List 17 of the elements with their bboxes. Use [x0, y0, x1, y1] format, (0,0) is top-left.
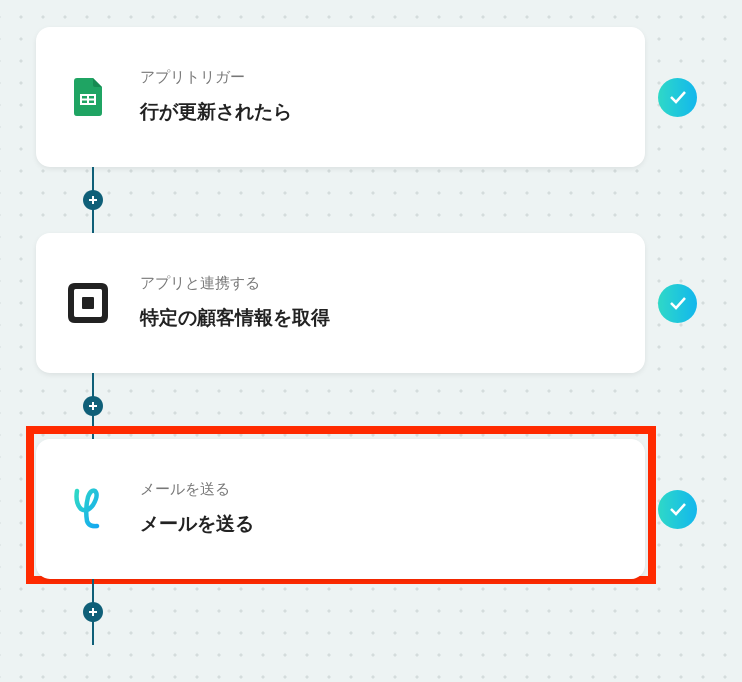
- add-step-button[interactable]: [83, 396, 103, 416]
- spreadsheet-icon: [74, 78, 102, 116]
- add-step-button[interactable]: [83, 190, 103, 210]
- step-label: アプリと連携する: [140, 274, 261, 294]
- step-title: 行が更新されたら: [140, 100, 292, 125]
- step-title: 特定の顧客情報を取得: [140, 306, 330, 331]
- step-card[interactable]: メールを送る メールを送る: [36, 439, 645, 579]
- plus-icon: [88, 607, 98, 617]
- step-label: メールを送る: [140, 480, 231, 500]
- step-card[interactable]: アプリトリガー 行が更新されたら: [36, 27, 645, 167]
- plus-icon: [88, 401, 98, 411]
- plus-icon: [88, 195, 98, 205]
- add-step-button[interactable]: [83, 602, 103, 622]
- step-card[interactable]: アプリと連携する 特定の顧客情報を取得: [36, 233, 645, 373]
- square-logo-icon: [68, 283, 108, 323]
- step-title: メールを送る: [140, 513, 254, 537]
- step-label: アプリトリガー: [140, 68, 246, 88]
